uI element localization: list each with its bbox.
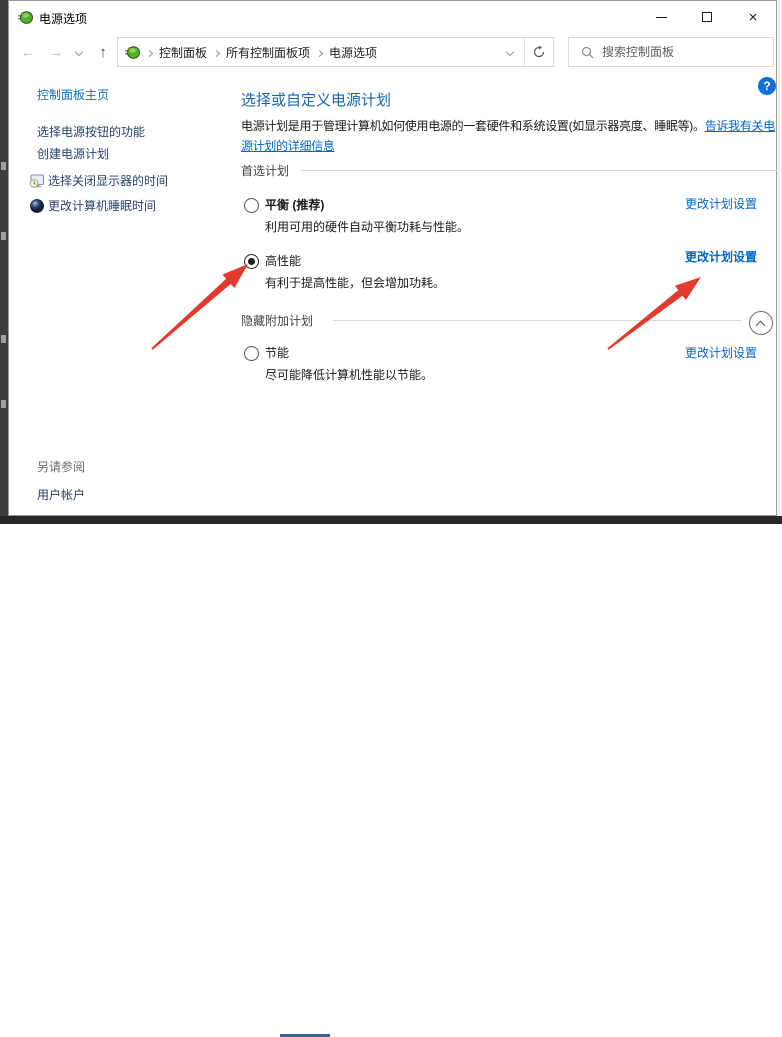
navigation-bar: ← → ↑ 控制面板 所有控制面板项 电源选项 xyxy=(9,33,776,70)
sidebar-item-change-sleep-time[interactable]: 更改计算机睡眠时间 xyxy=(48,198,156,214)
search-box[interactable] xyxy=(568,37,774,67)
refresh-icon xyxy=(532,45,546,59)
breadcrumb-separator-icon xyxy=(214,45,219,59)
plan-desc-high-performance: 有利于提高性能，但会增加功耗。 xyxy=(265,275,445,291)
sidebar-item-control-panel-home[interactable]: 控制面板主页 xyxy=(37,87,109,103)
desktop-edge-fragment xyxy=(1,162,6,170)
forward-button[interactable]: → xyxy=(46,42,66,62)
maximize-icon xyxy=(702,12,712,22)
back-button[interactable]: ← xyxy=(18,42,38,62)
see-also-label: 另请参阅 xyxy=(37,459,85,475)
desktop-edge-bottom xyxy=(0,516,782,524)
up-button[interactable]: ↑ xyxy=(93,42,113,62)
question-mark-icon: ? xyxy=(763,79,770,93)
collapse-hidden-plans-button[interactable] xyxy=(749,311,773,335)
main-content: ? 选择或自定义电源计划 电源计划是用于管理计算机如何使用电源的一套硬件和系统设… xyxy=(241,70,777,517)
sidebar-item-turn-off-display[interactable]: 选择关闭显示器的时间 xyxy=(48,173,168,189)
breadcrumb-power-options[interactable]: 电源选项 xyxy=(329,44,377,61)
divider xyxy=(333,320,741,321)
preferred-plans-section-label: 首选计划 xyxy=(241,163,289,179)
power-options-window: 电源选项 × ← → ↑ 控制面板 xyxy=(8,0,777,516)
minimize-button[interactable] xyxy=(638,1,684,33)
breadcrumb-control-panel[interactable]: 控制面板 xyxy=(159,44,207,61)
change-plan-settings-link-balanced[interactable]: 更改计划设置 xyxy=(685,196,757,212)
sidebar: 控制面板主页 选择电源按钮的功能 创建电源计划 选择关闭显示器的时间 xyxy=(9,70,233,517)
sleep-moon-icon xyxy=(29,198,45,214)
page-title: 选择或自定义电源计划 xyxy=(241,89,391,110)
plan-description: 电源计划是用于管理计算机如何使用电源的一套硬件和系统设置(如显示器亮度、睡眠等)… xyxy=(241,116,781,156)
search-input[interactable] xyxy=(602,45,752,59)
power-options-icon xyxy=(124,44,140,60)
chevron-up-icon xyxy=(756,321,766,331)
desktop-edge-fragment xyxy=(1,400,6,408)
address-bar[interactable]: 控制面板 所有控制面板项 电源选项 xyxy=(117,37,554,67)
change-plan-settings-link-high-performance[interactable]: 更改计划设置 xyxy=(685,249,757,265)
help-button[interactable]: ? xyxy=(758,77,776,95)
plan-name-power-saver[interactable]: 节能 xyxy=(265,345,289,361)
hidden-plans-section-label: 隐藏附加计划 xyxy=(241,313,313,329)
radio-high-performance[interactable] xyxy=(244,254,259,269)
sidebar-item-power-buttons[interactable]: 选择电源按钮的功能 xyxy=(37,124,145,140)
title-bar: 电源选项 × xyxy=(9,1,776,33)
display-clock-icon xyxy=(29,173,45,189)
radio-power-saver[interactable] xyxy=(244,346,259,361)
desktop-edge-fragment xyxy=(1,335,6,343)
refresh-button[interactable] xyxy=(525,38,553,66)
chevron-down-icon xyxy=(75,48,83,56)
chevron-down-icon xyxy=(506,48,514,56)
close-icon: × xyxy=(749,10,758,25)
maximize-button[interactable] xyxy=(684,1,730,33)
screen: 电源选项 × ← → ↑ 控制面板 xyxy=(0,0,782,524)
sidebar-item-user-accounts[interactable]: 用户帐户 xyxy=(37,487,85,503)
power-options-icon xyxy=(17,9,33,25)
description-text: 电源计划是用于管理计算机如何使用电源的一套硬件和系统设置(如显示器亮度、睡眠等)… xyxy=(241,119,705,133)
plan-name-balanced[interactable]: 平衡 (推荐) xyxy=(265,197,324,213)
recent-pages-dropdown[interactable] xyxy=(69,42,89,62)
address-dropdown-button[interactable] xyxy=(496,38,524,66)
desktop-edge-left xyxy=(0,0,8,524)
plan-name-high-performance[interactable]: 高性能 xyxy=(265,253,301,269)
radio-balanced[interactable] xyxy=(244,198,259,213)
plan-desc-balanced: 利用可用的硬件自动平衡功耗与性能。 xyxy=(265,219,469,235)
breadcrumb-separator-icon xyxy=(317,45,322,59)
window-controls: × xyxy=(638,1,776,33)
plan-desc-power-saver: 尽可能降低计算机性能以节能。 xyxy=(265,367,433,383)
breadcrumb-all-items[interactable]: 所有控制面板项 xyxy=(226,44,310,61)
breadcrumb-separator-icon xyxy=(147,45,152,59)
sidebar-item-create-plan[interactable]: 创建电源计划 xyxy=(37,146,109,162)
search-icon xyxy=(581,46,594,59)
minimize-icon xyxy=(656,17,667,18)
divider xyxy=(301,170,777,171)
change-plan-settings-link-power-saver[interactable]: 更改计划设置 xyxy=(685,345,757,361)
close-button[interactable]: × xyxy=(730,1,776,33)
desktop-edge-fragment xyxy=(1,232,6,240)
window-title: 电源选项 xyxy=(39,10,87,27)
